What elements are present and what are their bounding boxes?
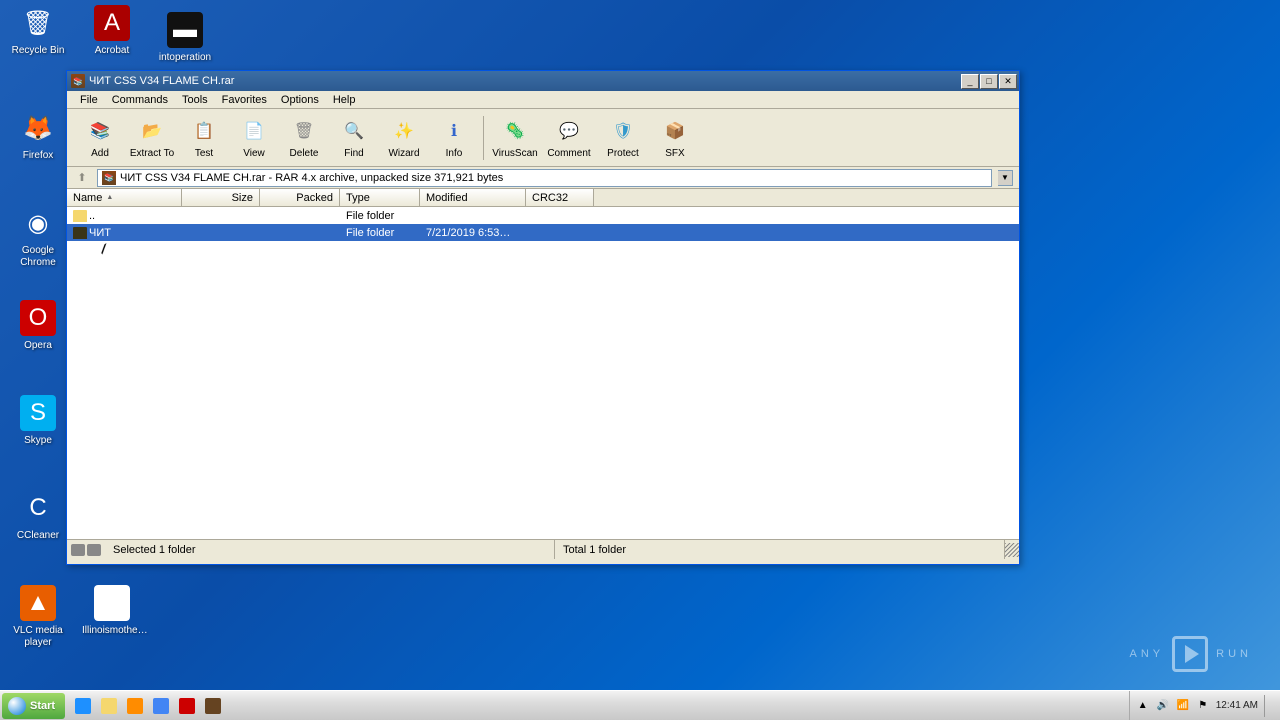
column-headers: NameSizePackedTypeModifiedCRC32 bbox=[67, 189, 1019, 207]
desktop-icon-recycle-bin[interactable]: 🗑Recycle Bin bbox=[8, 5, 68, 57]
close-button[interactable]: ✕ bbox=[999, 74, 1017, 89]
folder-icon bbox=[73, 227, 87, 239]
show-desktop[interactable] bbox=[1264, 695, 1274, 717]
desktop-icon-google-chrome[interactable]: ◉Google Chrome bbox=[8, 205, 68, 269]
view-icon: 📄 bbox=[239, 116, 269, 146]
column-modified[interactable]: Modified bbox=[420, 189, 526, 206]
archive-icon: 📚 bbox=[102, 171, 116, 185]
taskbar-app-5[interactable] bbox=[201, 695, 225, 717]
toolbar-add-button[interactable]: 📚Add bbox=[75, 112, 125, 164]
play-icon bbox=[1172, 636, 1208, 672]
toolbar-wizard-button[interactable]: ✨Wizard bbox=[379, 112, 429, 164]
desktop-icon-ccleaner[interactable]: CCCleaner bbox=[8, 490, 68, 542]
toolbar-virusscan-button[interactable]: 🦠VirusScan bbox=[488, 112, 542, 164]
status-icon[interactable] bbox=[71, 544, 85, 556]
flag-icon[interactable]: ⚑ bbox=[1196, 699, 1210, 713]
menu-file[interactable]: File bbox=[73, 93, 105, 107]
toolbar-info-button[interactable]: ℹInfo bbox=[429, 112, 479, 164]
protect-icon: 🛡 bbox=[608, 116, 638, 146]
test-icon: 📋 bbox=[189, 116, 219, 146]
titlebar[interactable]: 📚 ЧИТ CSS V34 FLAME CH.rar _ □ ✕ bbox=[67, 71, 1019, 91]
menu-commands[interactable]: Commands bbox=[105, 93, 175, 107]
extract to-icon: 📂 bbox=[137, 116, 167, 146]
column-size[interactable]: Size bbox=[182, 189, 260, 206]
minimize-button[interactable]: _ bbox=[961, 74, 979, 89]
column-type[interactable]: Type bbox=[340, 189, 420, 206]
tray-expand-icon[interactable]: ▲ bbox=[1136, 699, 1150, 713]
virusscan-icon: 🦠 bbox=[500, 116, 530, 146]
column-packed[interactable]: Packed bbox=[260, 189, 340, 206]
find-icon: 🔍 bbox=[339, 116, 369, 146]
menubar: FileCommandsToolsFavoritesOptionsHelp bbox=[67, 91, 1019, 109]
toolbar-find-button[interactable]: 🔍Find bbox=[329, 112, 379, 164]
path-text: ЧИТ CSS V34 FLAME CH.rar - RAR 4.x archi… bbox=[120, 172, 503, 184]
menu-tools[interactable]: Tools bbox=[175, 93, 215, 107]
toolbar-test-button[interactable]: 📋Test bbox=[179, 112, 229, 164]
taskbar-app-3[interactable] bbox=[149, 695, 173, 717]
taskbar-app-1[interactable] bbox=[97, 695, 121, 717]
pinned-apps bbox=[71, 695, 225, 717]
taskbar-app-4[interactable] bbox=[175, 695, 199, 717]
column-crc32[interactable]: CRC32 bbox=[526, 189, 594, 206]
status-icon[interactable] bbox=[87, 544, 101, 556]
file-list[interactable]: ..File folderЧИТFile folder7/21/2019 6:5… bbox=[67, 207, 1019, 539]
toolbar-delete-button[interactable]: 🗑Delete bbox=[279, 112, 329, 164]
toolbar: 📚Add📂Extract To📋Test📄View🗑Delete🔍Find✨Wi… bbox=[67, 109, 1019, 167]
desktop-icon-illinoismothe-[interactable]: WIllinoismothe… bbox=[82, 585, 142, 637]
wizard-icon: ✨ bbox=[389, 116, 419, 146]
taskbar-app-2[interactable] bbox=[123, 695, 147, 717]
network-icon[interactable]: 📶 bbox=[1176, 699, 1190, 713]
menu-options[interactable]: Options bbox=[274, 93, 326, 107]
statusbar: Selected 1 folder Total 1 folder bbox=[67, 539, 1019, 559]
window-title: ЧИТ CSS V34 FLAME CH.rar bbox=[89, 75, 961, 87]
comment-icon: 💬 bbox=[554, 116, 584, 146]
toolbar-comment-button[interactable]: 💬Comment bbox=[542, 112, 596, 164]
resize-grip[interactable] bbox=[1005, 543, 1019, 557]
toolbar-protect-button[interactable]: 🛡Protect bbox=[596, 112, 650, 164]
winrar-window: 📚 ЧИТ CSS V34 FLAME CH.rar _ □ ✕ FileCom… bbox=[66, 70, 1020, 565]
column-name[interactable]: Name bbox=[67, 189, 182, 206]
windows-orb-icon bbox=[8, 697, 26, 715]
menu-favorites[interactable]: Favorites bbox=[215, 93, 274, 107]
toolbar-extract-to-button[interactable]: 📂Extract To bbox=[125, 112, 179, 164]
volume-icon[interactable]: 🔊 bbox=[1156, 699, 1170, 713]
toolbar-view-button[interactable]: 📄View bbox=[229, 112, 279, 164]
app-icon: 📚 bbox=[71, 74, 85, 88]
desktop-icon-firefox[interactable]: 🦊Firefox bbox=[8, 110, 68, 162]
path-field[interactable]: 📚 ЧИТ CSS V34 FLAME CH.rar - RAR 4.x arc… bbox=[97, 169, 992, 187]
folder-icon bbox=[73, 210, 87, 222]
desktop-icon-opera[interactable]: OOpera bbox=[8, 300, 68, 352]
sfx-icon: 📦 bbox=[660, 116, 690, 146]
desktop-icon-acrobat[interactable]: AAcrobat bbox=[82, 5, 142, 57]
desktop-icon-intoperation[interactable]: ▬intoperation bbox=[155, 12, 215, 64]
address-bar: ⬆ 📚 ЧИТ CSS V34 FLAME CH.rar - RAR 4.x a… bbox=[67, 167, 1019, 189]
desktop-icon-vlc-media-player[interactable]: ▲VLC media player bbox=[8, 585, 68, 649]
up-button[interactable]: ⬆ bbox=[73, 170, 91, 186]
clock[interactable]: 12:41 AM bbox=[1216, 700, 1258, 711]
toolbar-sfx-button[interactable]: 📦SFX bbox=[650, 112, 700, 164]
taskbar: Start ▲ 🔊 📶 ⚑ 12:41 AM bbox=[0, 690, 1280, 720]
taskbar-app-0[interactable] bbox=[71, 695, 95, 717]
watermark: ANY RUN bbox=[1130, 636, 1252, 672]
system-tray: ▲ 🔊 📶 ⚑ 12:41 AM bbox=[1129, 691, 1280, 720]
file-row[interactable]: ..File folder bbox=[67, 207, 1019, 224]
file-row[interactable]: ЧИТFile folder7/21/2019 6:53… bbox=[67, 224, 1019, 241]
desktop-icon-skype[interactable]: SSkype bbox=[8, 395, 68, 447]
start-button[interactable]: Start bbox=[2, 693, 65, 719]
info-icon: ℹ bbox=[439, 116, 469, 146]
menu-help[interactable]: Help bbox=[326, 93, 363, 107]
maximize-button[interactable]: □ bbox=[980, 74, 998, 89]
delete-icon: 🗑 bbox=[289, 116, 319, 146]
status-right: Total 1 folder bbox=[555, 540, 1005, 559]
path-dropdown[interactable]: ▼ bbox=[998, 170, 1013, 186]
add-icon: 📚 bbox=[85, 116, 115, 146]
status-left: Selected 1 folder bbox=[105, 540, 555, 559]
